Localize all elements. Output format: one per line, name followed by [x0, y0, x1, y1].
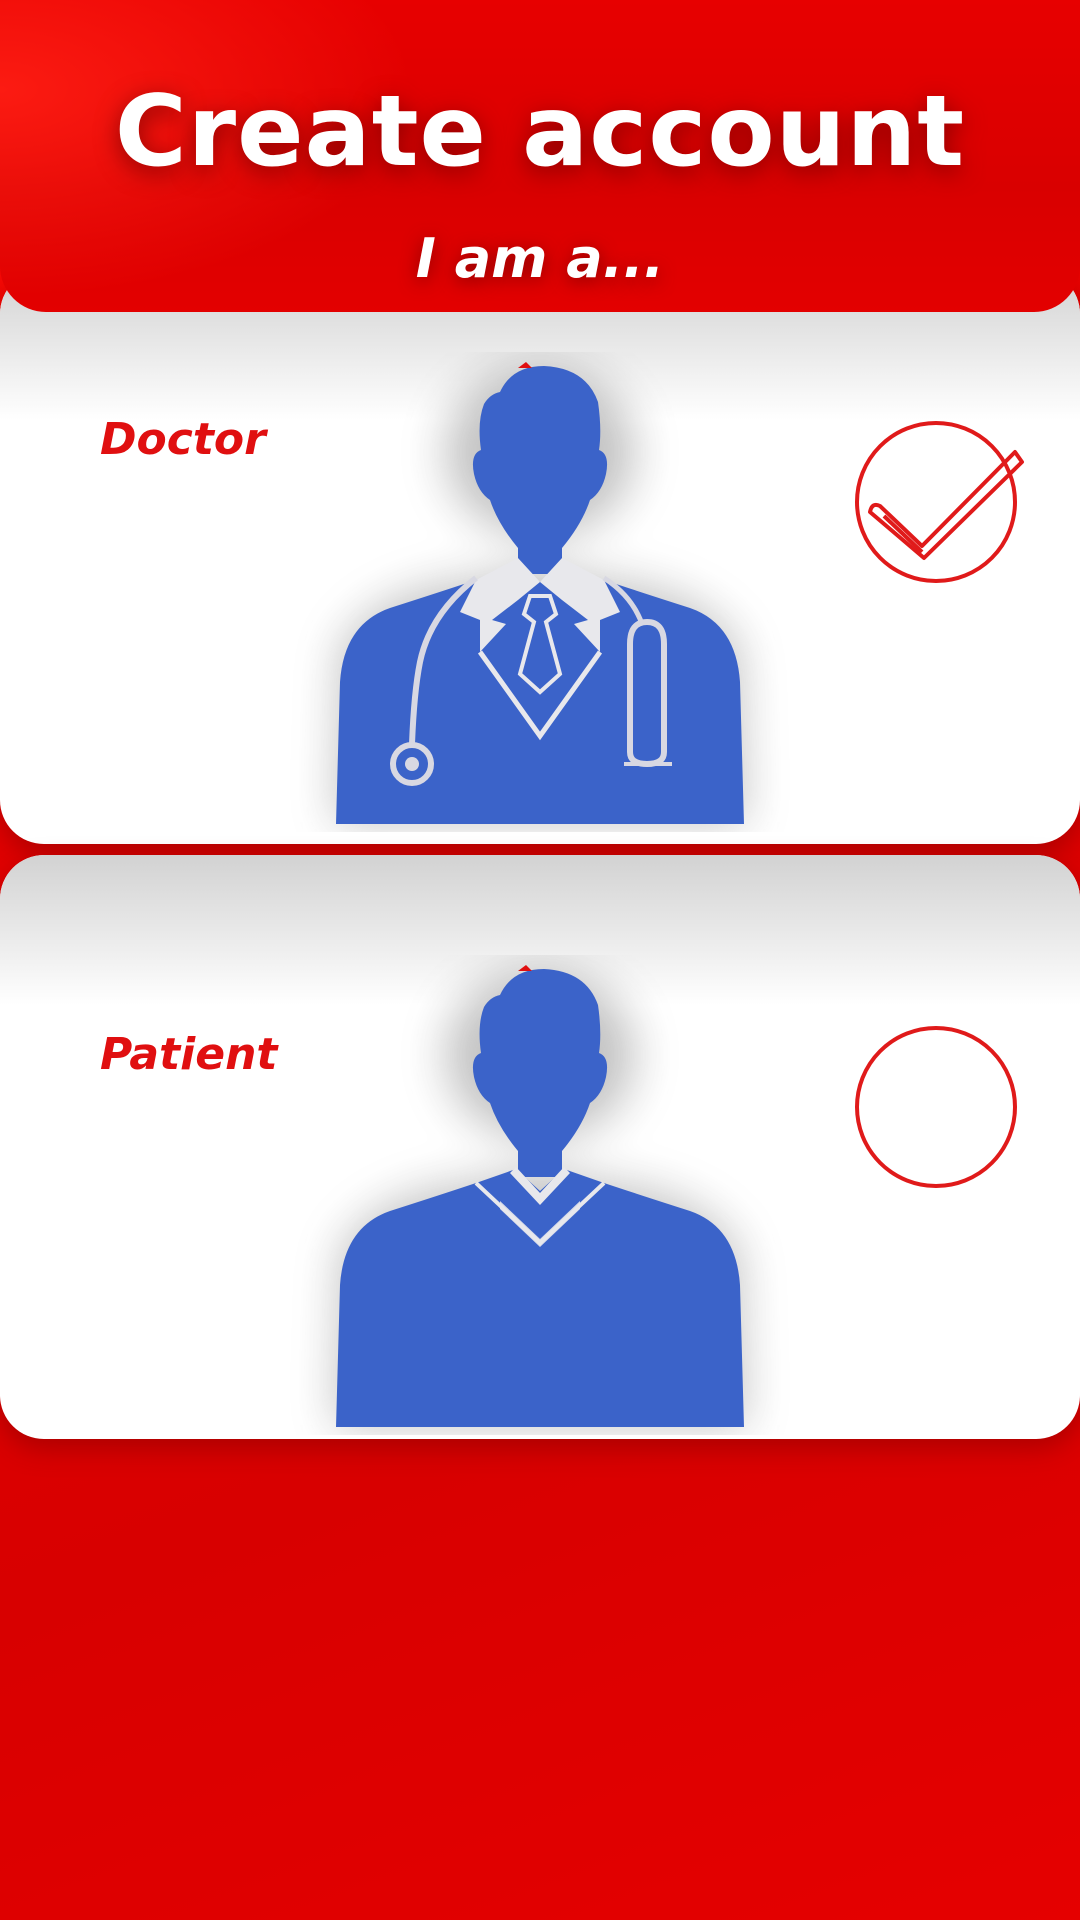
role-option-patient[interactable]: Patient [0, 855, 1080, 1439]
page-title: Create account [114, 75, 966, 189]
header: Create account I am a... [0, 0, 1080, 312]
patient-avatar-icon [335, 965, 745, 1427]
radio-selected-check-icon[interactable] [850, 412, 1028, 590]
role-label-patient: Patient [100, 1029, 278, 1080]
role-option-doctor[interactable]: Doctor [0, 270, 1080, 844]
page-subtitle: I am a... [415, 227, 665, 290]
doctor-avatar-icon [335, 362, 745, 824]
role-label-doctor: Doctor [100, 414, 266, 465]
radio-unselected-icon[interactable] [850, 1018, 1028, 1196]
